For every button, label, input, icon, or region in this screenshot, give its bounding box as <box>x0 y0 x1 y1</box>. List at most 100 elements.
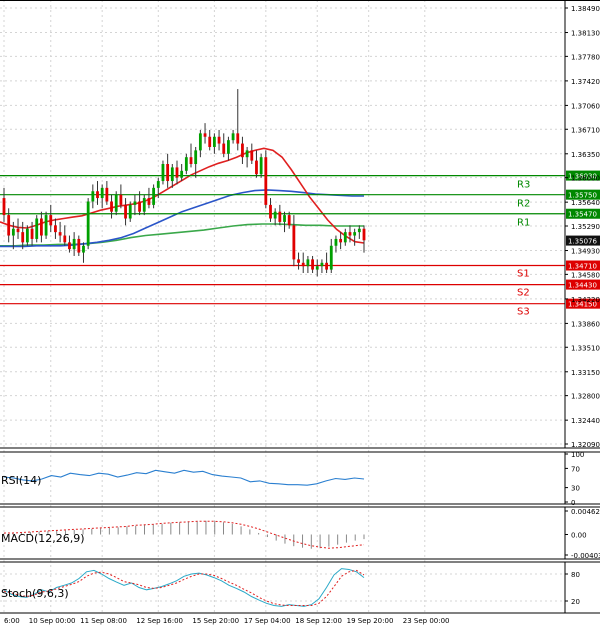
candle-body <box>91 191 95 202</box>
candle <box>16 218 20 239</box>
candle <box>269 198 272 222</box>
current-price-label: 1.35076 <box>568 238 597 246</box>
candle <box>82 242 85 263</box>
rsi-line <box>3 469 365 486</box>
price-tick-label: 1.34580 <box>571 271 600 279</box>
candle <box>35 215 39 243</box>
candle-body <box>217 136 221 144</box>
candle <box>325 252 328 274</box>
candle-body <box>175 167 179 178</box>
candle-body <box>161 164 165 182</box>
candle <box>241 136 244 165</box>
price-tick-label: 1.34930 <box>571 248 600 256</box>
level-name-r3: R3 <box>517 180 530 191</box>
candle-body <box>255 160 258 175</box>
candle-body <box>203 133 207 137</box>
candle-body <box>138 201 141 212</box>
candle <box>86 198 90 250</box>
labels: RSI(14) MACD(12,26,9) Stoch(9,6,3) <box>1 474 85 600</box>
candle <box>175 160 179 185</box>
candle-body <box>7 215 11 236</box>
level-name-s3: S3 <box>517 307 530 318</box>
candle-body <box>100 187 104 199</box>
price-tick-label: 1.35640 <box>571 199 600 207</box>
price-tick-label: 1.33150 <box>571 369 600 377</box>
price-tick-label: 1.37420 <box>571 78 600 86</box>
rsi-tick-label: 70 <box>571 465 580 473</box>
time-tick-label: 10 Sep 00:00 <box>29 617 76 625</box>
candle-body <box>58 232 62 236</box>
candle <box>152 184 156 209</box>
macd-panel-title: MACD(12,26,9) <box>1 532 85 545</box>
candle-body <box>357 228 361 233</box>
candle <box>339 232 343 250</box>
candle <box>77 235 81 256</box>
candle <box>343 228 347 246</box>
macd-tick-label: -0.004034 <box>571 552 600 560</box>
axes: 1.38490 1.38130 1.37780 1.37420 1.37060 1.367… <box>0 0 600 625</box>
candle-body <box>170 167 174 182</box>
candle <box>329 238 333 274</box>
candle <box>222 133 226 158</box>
candle-body <box>283 215 286 222</box>
candlesticks <box>2 89 366 277</box>
macd-tick-label: 0.00 <box>571 531 587 539</box>
candle <box>292 215 296 267</box>
candle <box>114 191 118 216</box>
candle <box>264 150 268 209</box>
candle-body <box>194 150 198 165</box>
candle-body <box>311 259 314 270</box>
candle-body <box>54 225 57 233</box>
candle-body <box>152 187 156 205</box>
level-price-label-s2: 1.34430 <box>568 282 597 290</box>
candle-body <box>110 201 113 212</box>
rsi-tick-label: 30 <box>571 485 580 493</box>
candle-body <box>297 259 300 263</box>
grid <box>0 0 565 612</box>
candle <box>320 259 324 274</box>
candle <box>166 153 170 188</box>
candle-body <box>72 238 76 250</box>
candle-body <box>114 194 118 212</box>
candle-body <box>273 211 277 219</box>
candle <box>68 235 71 253</box>
level-name-s2: S2 <box>517 288 530 299</box>
candle <box>198 129 202 158</box>
candle-body <box>86 201 90 246</box>
candle-body <box>44 215 48 236</box>
time-tick-label: 11 Sep 08:00 <box>80 617 127 625</box>
candle-body <box>343 232 347 243</box>
candle <box>283 211 286 233</box>
forex-chart: 1.36030R31.35750R21.35470R11.34710S11.34… <box>0 0 600 625</box>
candle <box>105 181 109 205</box>
candle <box>54 218 57 239</box>
price-tick-label: 1.33510 <box>571 344 600 352</box>
candle-body <box>156 181 160 188</box>
candle-body <box>329 245 333 270</box>
candle-body <box>348 232 352 236</box>
candle <box>189 143 193 168</box>
candle <box>227 136 230 161</box>
candle <box>100 184 104 209</box>
candle-body <box>124 204 127 219</box>
candle-body <box>353 232 357 236</box>
candle-body <box>212 136 216 147</box>
candle <box>44 211 48 239</box>
candle <box>2 187 6 222</box>
candle <box>133 194 137 216</box>
candle-body <box>334 238 338 246</box>
candle <box>161 160 165 185</box>
candle-body <box>21 232 25 243</box>
candle-body <box>68 242 71 250</box>
candle-body <box>35 218 39 239</box>
level-name-s1: S1 <box>517 269 530 280</box>
candle-body <box>166 164 170 182</box>
candle <box>250 143 254 165</box>
candle <box>119 184 123 209</box>
price-tick-label: 1.35290 <box>571 223 600 231</box>
candle-body <box>362 228 366 241</box>
candle <box>353 228 357 246</box>
candle <box>49 204 53 233</box>
candle <box>203 123 207 144</box>
candle-body <box>30 228 34 239</box>
